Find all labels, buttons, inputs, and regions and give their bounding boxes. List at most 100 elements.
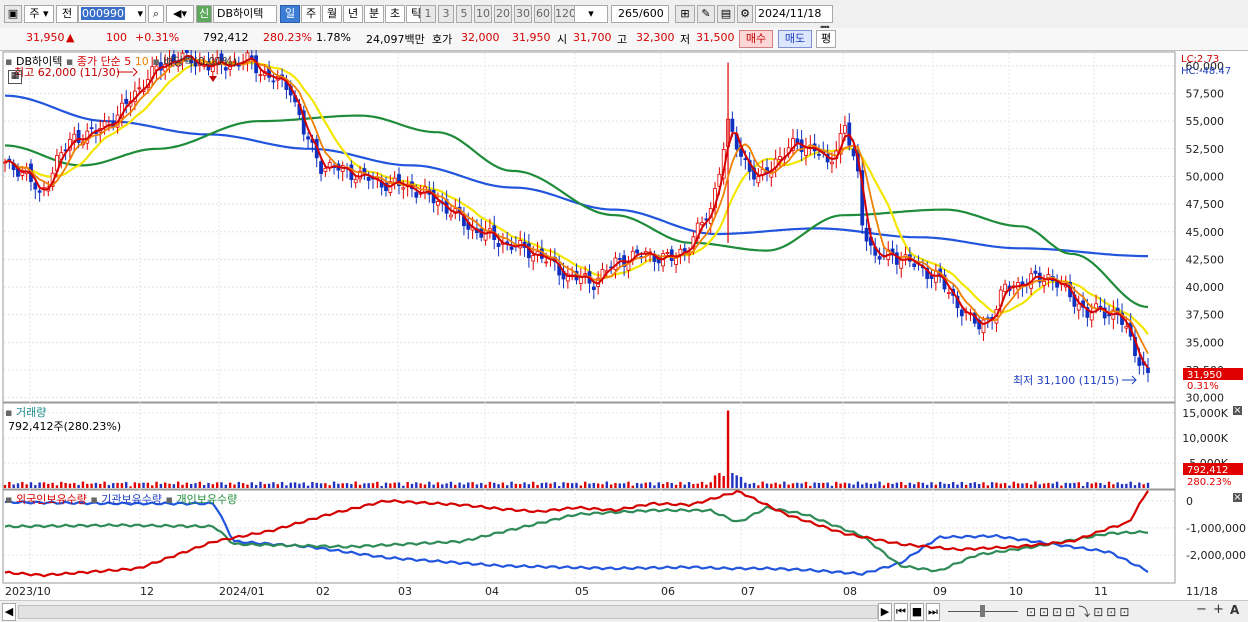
candle-body xyxy=(843,125,847,134)
volume-bar xyxy=(566,482,570,488)
candle-body xyxy=(1089,311,1094,321)
volume-bar xyxy=(990,482,994,488)
open-label: 시 xyxy=(557,33,568,46)
volume-bar xyxy=(562,482,565,488)
count-field[interactable]: 265/600 xyxy=(611,5,669,23)
zoom-out-icon[interactable]: − xyxy=(1196,602,1207,617)
candle-body xyxy=(851,148,856,157)
volume-bar xyxy=(345,483,349,488)
sell-button[interactable]: 매도 xyxy=(778,30,812,48)
volume-bar xyxy=(679,481,682,488)
horizontal-scrollbar[interactable] xyxy=(18,605,878,619)
interval-button-120[interactable]: 120 xyxy=(554,5,576,23)
scroll-right-icon[interactable]: ▶ xyxy=(878,603,892,621)
interval-button-20[interactable]: 20 xyxy=(494,5,512,23)
calc-icon[interactable]: ▦ xyxy=(8,70,22,84)
volume-bar xyxy=(501,482,505,488)
volume-panel-frame xyxy=(2,402,1176,490)
volume-bar xyxy=(1051,483,1054,488)
volume-bar xyxy=(934,484,938,488)
volume-bar xyxy=(176,481,180,488)
volume-bar xyxy=(822,482,825,488)
save-icon[interactable]: ▤ xyxy=(717,5,735,23)
price-panel-frame xyxy=(2,51,1176,403)
chart-area[interactable]: 60,00057,50055,00052,50050,00047,50045,0… xyxy=(0,50,1248,621)
speaker-icon[interactable]: ◀▾ xyxy=(166,5,194,23)
zoom-slider-handle[interactable] xyxy=(980,605,985,617)
stock-name-field[interactable]: DB하이텍 xyxy=(213,5,277,23)
interval-dropdown[interactable]: ▾ xyxy=(574,5,608,23)
volume-bar xyxy=(748,483,751,488)
fit-icon[interactable]: ⊞ xyxy=(675,5,695,23)
volume-bar xyxy=(51,482,54,488)
price-axis-label: 47,500 xyxy=(1186,198,1225,211)
prev-button[interactable]: 전 xyxy=(56,5,78,23)
interval-button-1[interactable]: 1 xyxy=(420,5,436,23)
x-axis-labels: 2023/10 12 2024/01 02 03 04 05 06 07 08 09 10 11 11/1… xyxy=(5,585,1218,598)
tab-period-1[interactable]: 주 xyxy=(301,5,321,23)
volume-bar xyxy=(583,481,587,488)
volume-bar xyxy=(930,482,933,488)
volume-bar xyxy=(861,484,864,488)
volume-bar xyxy=(1038,484,1041,488)
volume-bar xyxy=(168,483,171,488)
code-input[interactable]: 000990 ▾ xyxy=(78,5,146,23)
tab-period-3[interactable]: 년 xyxy=(343,5,363,23)
tab-period-5[interactable]: 초 xyxy=(385,5,405,23)
volume-bar xyxy=(77,484,80,488)
fast-forward-icon[interactable]: ⏭ xyxy=(926,603,940,621)
candle-body xyxy=(414,192,419,198)
volume-bar xyxy=(557,486,561,488)
volume-bar xyxy=(813,482,816,488)
candle-body xyxy=(778,156,782,160)
draw-icon[interactable]: ✎ xyxy=(697,5,715,23)
volume-bar xyxy=(999,483,1002,488)
volume-bar xyxy=(315,482,318,488)
interval-button-10[interactable]: 10 xyxy=(474,5,492,23)
candle-body xyxy=(353,178,358,184)
candle-body xyxy=(877,256,882,260)
interval-button-3[interactable]: 3 xyxy=(438,5,454,23)
volume-bar xyxy=(363,483,366,488)
candle-body xyxy=(665,252,670,255)
close-icon[interactable]: × xyxy=(1233,493,1242,503)
volume-bar xyxy=(908,482,912,488)
tab-period-4[interactable]: 분 xyxy=(364,5,384,23)
stop-icon[interactable]: ■ xyxy=(910,603,924,621)
volume-bar xyxy=(947,484,951,488)
interval-button-30[interactable]: 30 xyxy=(514,5,532,23)
volume-bar xyxy=(328,485,331,488)
volume-bar xyxy=(64,482,67,488)
tab-period-0[interactable]: 일 xyxy=(280,5,300,23)
candle-body xyxy=(258,74,263,76)
date-input[interactable]: 2024/11/18▦ xyxy=(755,5,833,36)
window-icon[interactable]: ▣ xyxy=(4,5,22,23)
candle-body xyxy=(583,273,588,276)
tab-period-2[interactable]: 월 xyxy=(322,5,342,23)
gear-icon[interactable]: ⚙ xyxy=(737,5,753,23)
bottom-bar: ◀ ▶ ⏮ ■ ⏭ ⊡⊡⊡⊡⤵⊡⊡⊡ − + A xyxy=(0,600,1248,622)
price-axis-label: 45,000 xyxy=(1186,226,1225,239)
price-axis-label: 35,000 xyxy=(1186,336,1225,349)
holdings-axis-label: -2,000,000 xyxy=(1186,549,1246,562)
rewind-icon[interactable]: ⏮ xyxy=(894,603,908,621)
tool-icons[interactable]: ⊡⊡⊡⊡⤵⊡⊡⊡ xyxy=(1026,603,1132,620)
panel-bullet-icon: ▪ xyxy=(5,493,13,506)
interval-button-5[interactable]: 5 xyxy=(456,5,472,23)
mode-select[interactable]: 주 ▾ xyxy=(24,5,54,23)
scroll-left-icon[interactable]: ◀ xyxy=(2,603,16,621)
volume-bar xyxy=(471,482,474,488)
stock-title: DB하이텍 xyxy=(15,55,63,68)
auto-icon[interactable]: A xyxy=(1230,603,1239,617)
candle-body xyxy=(1146,367,1150,374)
search-icon[interactable]: ⌕ xyxy=(148,5,164,23)
close-icon[interactable]: × xyxy=(1233,406,1242,416)
volume-bar xyxy=(103,481,106,488)
zoom-in-icon[interactable]: + xyxy=(1213,602,1224,617)
eval-button[interactable]: 평 xyxy=(816,30,836,48)
volume-bar xyxy=(739,476,743,488)
volume-bar xyxy=(21,481,24,488)
buy-button[interactable]: 매수 xyxy=(739,30,773,48)
interval-button-60[interactable]: 60 xyxy=(534,5,552,23)
price-axis-label: 50,000 xyxy=(1186,170,1225,183)
